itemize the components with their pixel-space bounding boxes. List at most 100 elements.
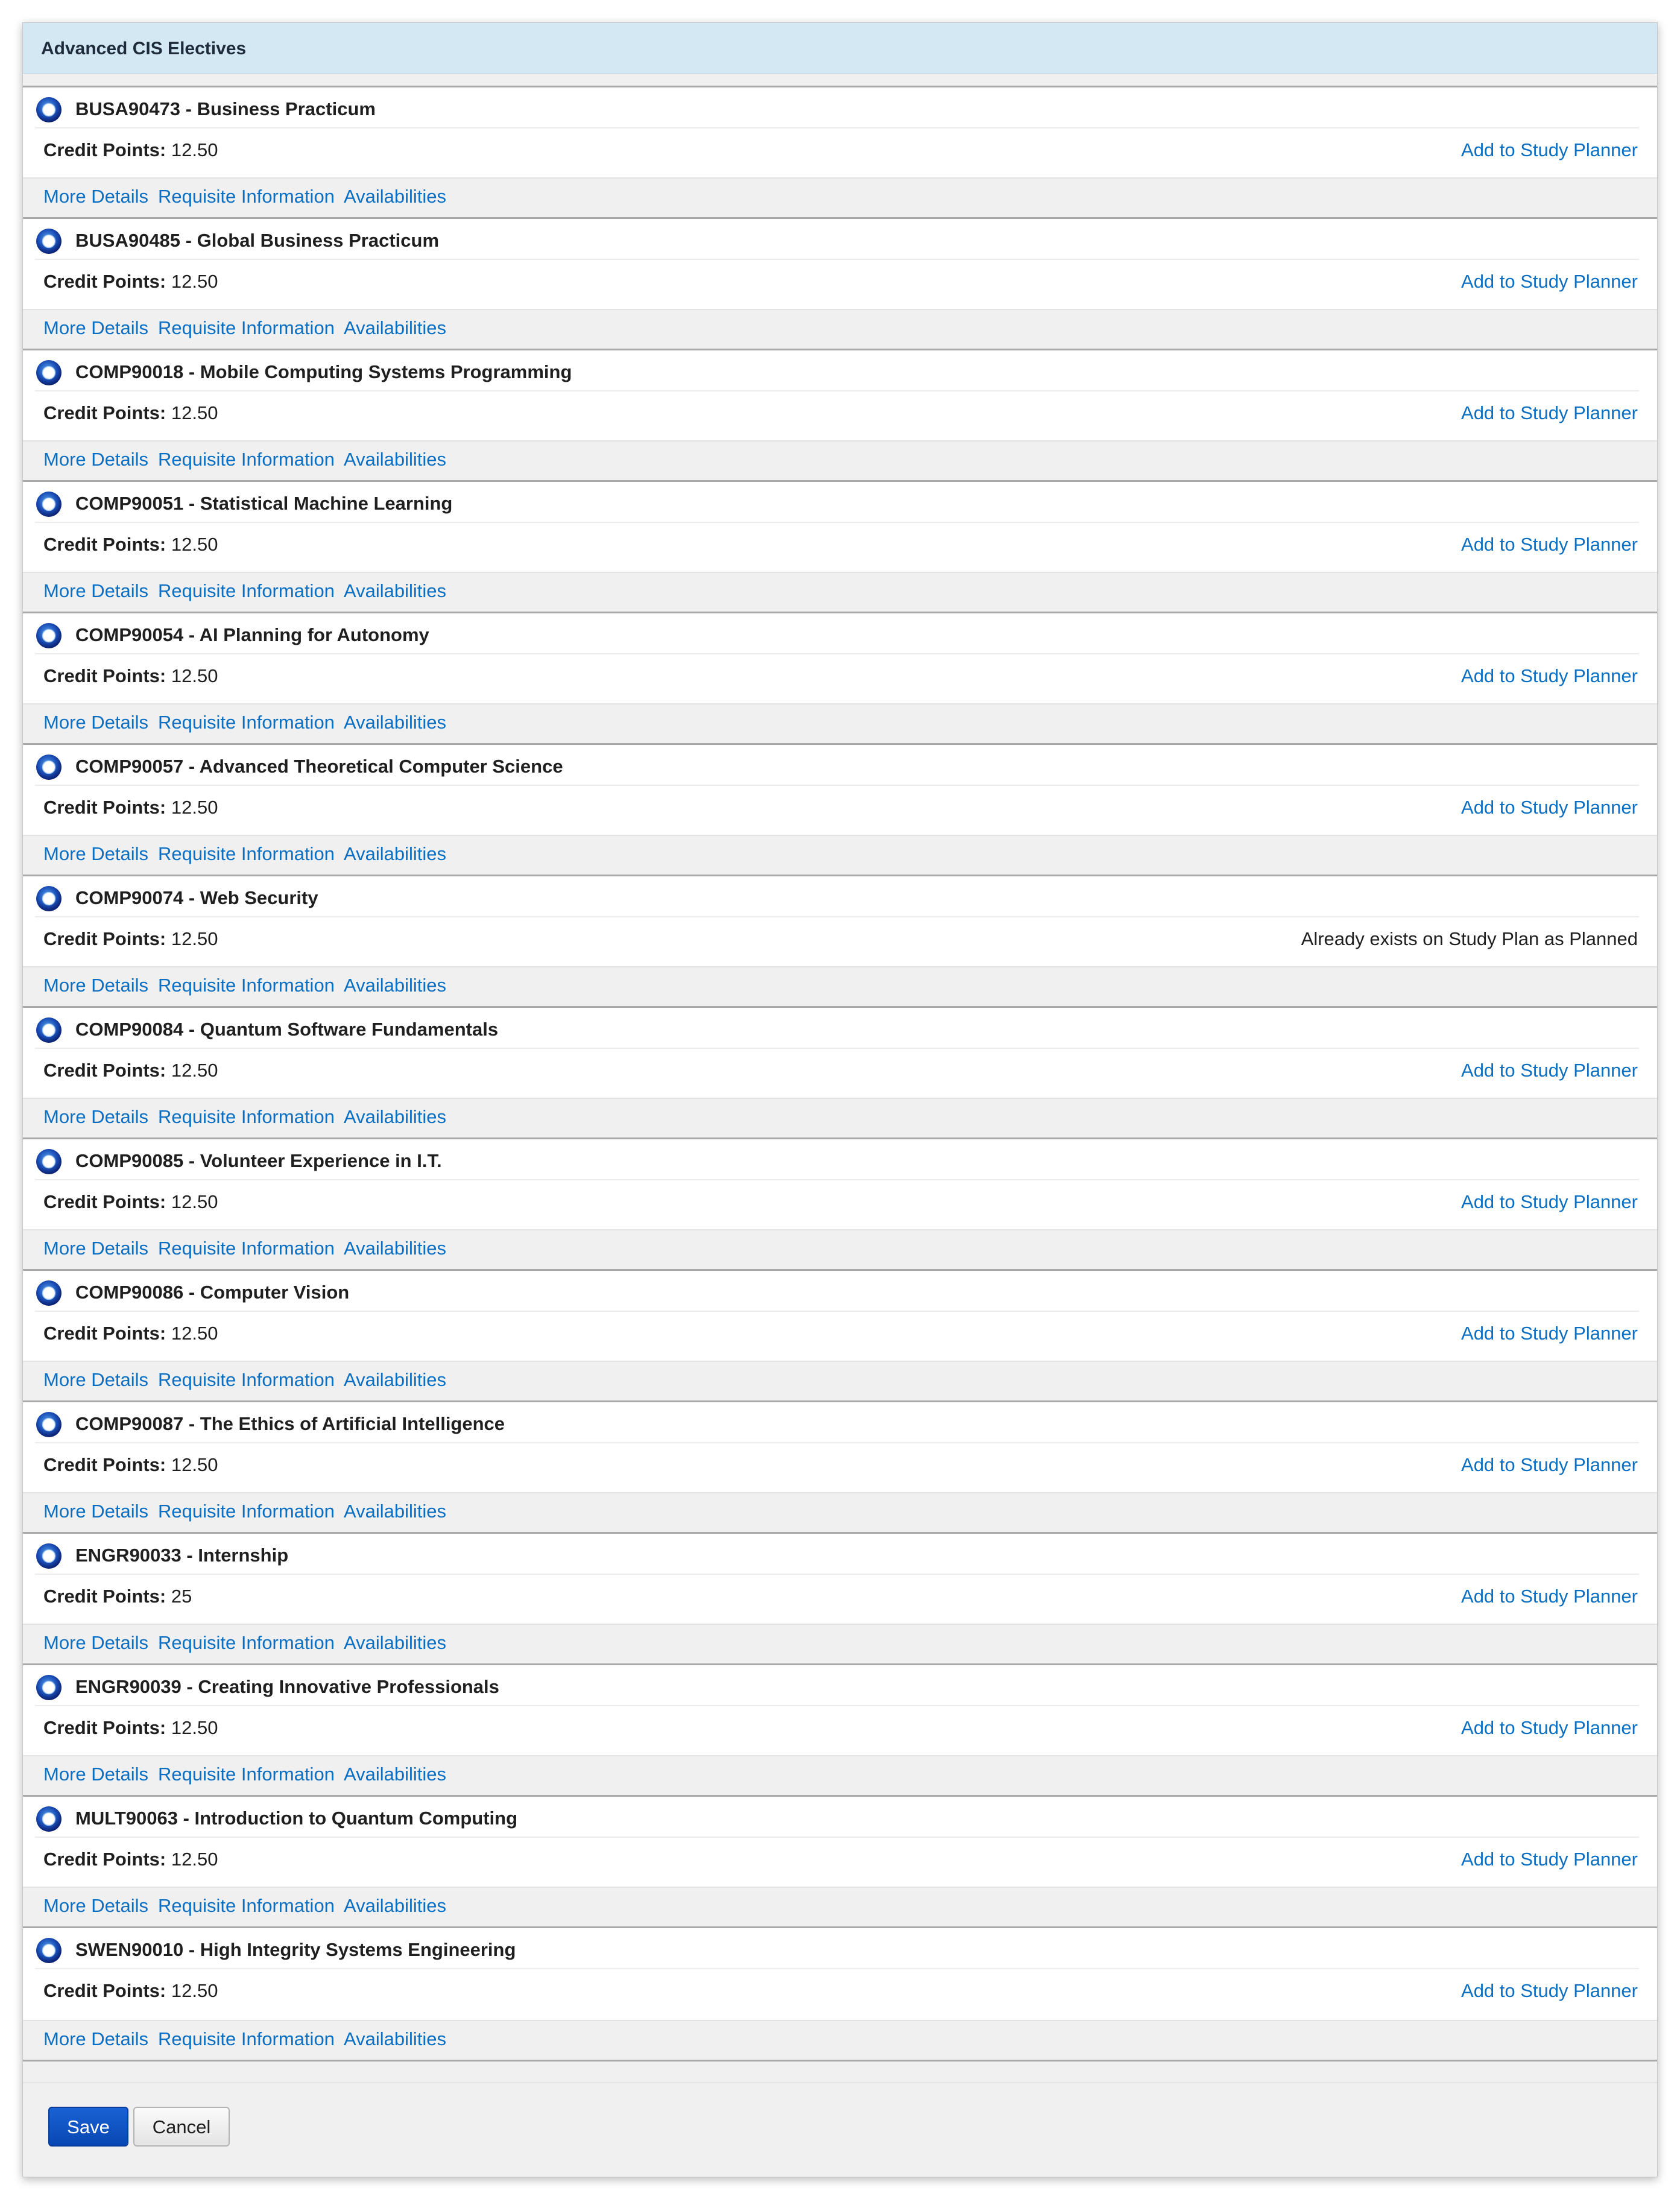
credit-points-value: 25 xyxy=(171,1586,192,1607)
availabilities-link[interactable]: Availabilities xyxy=(344,1632,446,1654)
add-to-study-planner-link[interactable]: Add to Study Planner xyxy=(1461,1060,1638,1081)
requisite-information-link[interactable]: Requisite Information xyxy=(158,1632,335,1654)
more-details-link[interactable]: More Details xyxy=(43,186,148,207)
unit-title: ENGR90039 - Creating Innovative Professi… xyxy=(75,1676,499,1697)
availabilities-link[interactable]: Availabilities xyxy=(344,186,446,207)
credit-points-value: 12.50 xyxy=(171,271,218,292)
radio-ring-icon[interactable] xyxy=(35,359,63,387)
more-details-link[interactable]: More Details xyxy=(43,1764,148,1785)
availabilities-link[interactable]: Availabilities xyxy=(344,580,446,602)
unit-title-row: COMP90086 - Computer Vision xyxy=(35,1271,1639,1312)
add-to-study-planner-link[interactable]: Add to Study Planner xyxy=(1461,665,1638,687)
more-details-link[interactable]: More Details xyxy=(43,1895,148,1917)
add-to-study-planner-link[interactable]: Add to Study Planner xyxy=(1461,271,1638,293)
requisite-information-link[interactable]: Requisite Information xyxy=(158,186,335,207)
more-details-link[interactable]: More Details xyxy=(43,1238,148,1259)
more-details-link[interactable]: More Details xyxy=(43,1106,148,1128)
more-details-link[interactable]: More Details xyxy=(43,843,148,865)
credit-points-value: 12.50 xyxy=(171,1849,218,1870)
credit-points-value: 12.50 xyxy=(171,1191,218,1212)
availabilities-link[interactable]: Availabilities xyxy=(344,1369,446,1391)
radio-ring-icon[interactable] xyxy=(35,622,63,650)
unit-title-row: COMP90057 - Advanced Theoretical Compute… xyxy=(35,745,1639,786)
credit-points-value: 12.50 xyxy=(171,534,218,555)
more-details-link[interactable]: More Details xyxy=(43,1501,148,1522)
add-to-study-planner-link[interactable]: Add to Study Planner xyxy=(1461,139,1638,161)
availabilities-link[interactable]: Availabilities xyxy=(344,1764,446,1785)
availabilities-link[interactable]: Availabilities xyxy=(344,1895,446,1917)
credit-points-label: Credit Points: xyxy=(43,928,166,949)
radio-ring-icon[interactable] xyxy=(35,1279,63,1307)
availabilities-link[interactable]: Availabilities xyxy=(344,1238,446,1259)
add-to-study-planner-link[interactable]: Add to Study Planner xyxy=(1461,1323,1638,1344)
cancel-button[interactable]: Cancel xyxy=(133,2107,230,2147)
unit-title: BUSA90485 - Global Business Practicum xyxy=(75,230,440,251)
availabilities-link[interactable]: Availabilities xyxy=(344,975,446,996)
unit-title: COMP90018 - Mobile Computing Systems Pro… xyxy=(75,361,572,382)
add-to-study-planner-link[interactable]: Add to Study Planner xyxy=(1461,1586,1638,1607)
more-details-link[interactable]: More Details xyxy=(43,1632,148,1654)
save-button[interactable]: Save xyxy=(48,2107,128,2147)
availabilities-link[interactable]: Availabilities xyxy=(344,712,446,733)
radio-ring-icon[interactable] xyxy=(35,1805,63,1833)
availabilities-link[interactable]: Availabilities xyxy=(344,449,446,470)
add-to-study-planner-link[interactable]: Add to Study Planner xyxy=(1461,534,1638,555)
radio-ring-icon[interactable] xyxy=(35,1148,63,1175)
add-to-study-planner-link[interactable]: Add to Study Planner xyxy=(1461,402,1638,424)
more-details-link[interactable]: More Details xyxy=(43,975,148,996)
more-details-link[interactable]: More Details xyxy=(43,317,148,339)
requisite-information-link[interactable]: Requisite Information xyxy=(158,1369,335,1391)
more-details-link[interactable]: More Details xyxy=(43,580,148,602)
radio-ring-icon[interactable] xyxy=(35,1016,63,1044)
requisite-information-link[interactable]: Requisite Information xyxy=(158,1764,335,1785)
radio-ring-icon[interactable] xyxy=(35,1542,63,1570)
requisite-information-link[interactable]: Requisite Information xyxy=(158,1501,335,1522)
availabilities-link[interactable]: Availabilities xyxy=(344,1106,446,1128)
credit-points-label: Credit Points: xyxy=(43,1586,166,1607)
unit-links-row: More Details Requisite Information Avail… xyxy=(23,1098,1657,1137)
requisite-information-link[interactable]: Requisite Information xyxy=(158,580,335,602)
credit-points-value: 12.50 xyxy=(171,1323,218,1344)
requisite-information-link[interactable]: Requisite Information xyxy=(158,843,335,865)
add-to-study-planner-link[interactable]: Add to Study Planner xyxy=(1461,1717,1638,1739)
unit-title-row: COMP90085 - Volunteer Experience in I.T. xyxy=(35,1139,1639,1180)
more-details-link[interactable]: More Details xyxy=(43,2028,148,2050)
credit-points-label: Credit Points: xyxy=(43,271,166,292)
availabilities-link[interactable]: Availabilities xyxy=(344,1501,446,1522)
radio-ring-icon[interactable] xyxy=(35,753,63,781)
requisite-information-link[interactable]: Requisite Information xyxy=(158,449,335,470)
add-to-study-planner-link[interactable]: Add to Study Planner xyxy=(1461,1980,1638,2002)
more-details-link[interactable]: More Details xyxy=(43,1369,148,1391)
requisite-information-link[interactable]: Requisite Information xyxy=(158,975,335,996)
credit-points-label: Credit Points: xyxy=(43,665,166,686)
availabilities-link[interactable]: Availabilities xyxy=(344,2028,446,2050)
radio-ring-icon[interactable] xyxy=(35,885,63,913)
more-details-link[interactable]: More Details xyxy=(43,712,148,733)
credit-points-value: 12.50 xyxy=(171,1454,218,1475)
credit-points: Credit Points: 25 xyxy=(43,1586,192,1607)
radio-ring-icon[interactable] xyxy=(35,1674,63,1701)
requisite-information-link[interactable]: Requisite Information xyxy=(158,2028,335,2050)
add-to-study-planner-link[interactable]: Add to Study Planner xyxy=(1461,797,1638,818)
availabilities-link[interactable]: Availabilities xyxy=(344,843,446,865)
radio-ring-icon[interactable] xyxy=(35,96,63,124)
radio-ring-icon[interactable] xyxy=(35,1411,63,1438)
requisite-information-link[interactable]: Requisite Information xyxy=(158,712,335,733)
requisite-information-link[interactable]: Requisite Information xyxy=(158,1895,335,1917)
add-to-study-planner-link[interactable]: Add to Study Planner xyxy=(1461,1191,1638,1213)
unit-title-row: ENGR90039 - Creating Innovative Professi… xyxy=(35,1665,1639,1706)
radio-ring-icon[interactable] xyxy=(35,490,63,518)
credit-points: Credit Points: 12.50 xyxy=(43,1980,218,2002)
credit-points-value: 12.50 xyxy=(171,402,218,423)
availabilities-link[interactable]: Availabilities xyxy=(344,317,446,339)
radio-ring-icon[interactable] xyxy=(35,227,63,255)
add-to-study-planner-link[interactable]: Add to Study Planner xyxy=(1461,1454,1638,1476)
unit-links-row: More Details Requisite Information Avail… xyxy=(23,2020,1657,2060)
more-details-link[interactable]: More Details xyxy=(43,449,148,470)
requisite-information-link[interactable]: Requisite Information xyxy=(158,1106,335,1128)
add-to-study-planner-link[interactable]: Add to Study Planner xyxy=(1461,1849,1638,1870)
requisite-information-link[interactable]: Requisite Information xyxy=(158,317,335,339)
requisite-information-link[interactable]: Requisite Information xyxy=(158,1238,335,1259)
credit-points-value: 12.50 xyxy=(171,665,218,686)
radio-ring-icon[interactable] xyxy=(35,1937,63,1964)
